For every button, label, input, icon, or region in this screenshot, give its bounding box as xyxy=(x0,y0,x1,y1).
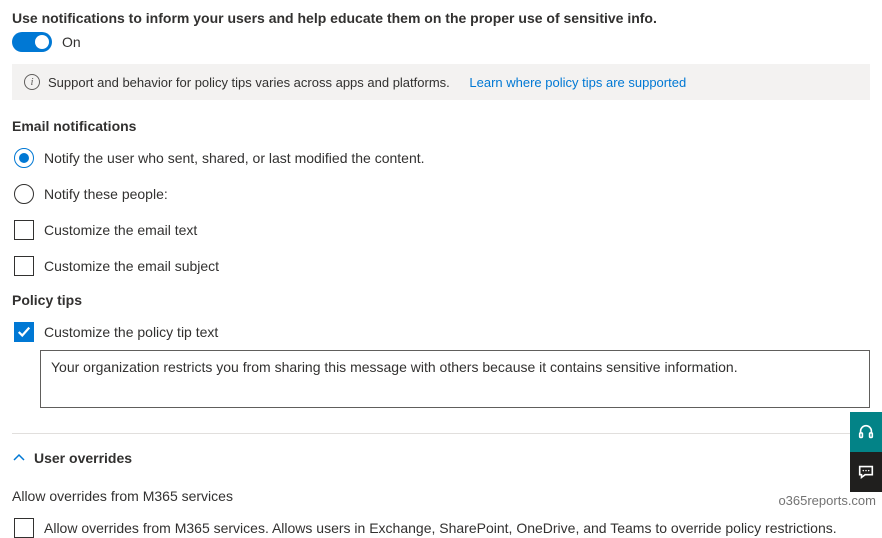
notify-sender-option[interactable]: Notify the user who sent, shared, or las… xyxy=(14,148,870,168)
info-bar-text: Support and behavior for policy tips var… xyxy=(48,75,450,90)
feedback-side-tab[interactable] xyxy=(850,452,882,492)
allow-overrides-checkbox[interactable] xyxy=(14,518,34,538)
notify-people-option[interactable]: Notify these people: xyxy=(14,184,870,204)
notify-sender-radio[interactable] xyxy=(14,148,34,168)
watermark: o365reports.com xyxy=(778,493,876,508)
policy-tip-text-input[interactable] xyxy=(40,350,870,408)
user-overrides-toggle[interactable]: User overrides xyxy=(12,450,870,466)
allow-overrides-subheading: Allow overrides from M365 services xyxy=(12,488,870,504)
notify-sender-label: Notify the user who sent, shared, or las… xyxy=(44,150,425,166)
customize-policy-tip-label: Customize the policy tip text xyxy=(44,324,218,340)
customize-policy-tip-option[interactable]: Customize the policy tip text xyxy=(14,322,870,342)
policy-tips-info-bar: i Support and behavior for policy tips v… xyxy=(12,64,870,100)
notifications-toggle-row: On xyxy=(12,32,870,52)
customize-email-subject-label: Customize the email subject xyxy=(44,258,219,274)
feedback-icon xyxy=(857,463,875,481)
notify-people-label: Notify these people: xyxy=(44,186,168,202)
notify-people-radio[interactable] xyxy=(14,184,34,204)
section-divider xyxy=(12,433,870,434)
customize-email-subject-option[interactable]: Customize the email subject xyxy=(14,256,870,276)
info-icon: i xyxy=(24,74,40,90)
policy-tips-heading: Policy tips xyxy=(12,292,870,308)
allow-overrides-label: Allow overrides from M365 services. Allo… xyxy=(44,520,837,536)
chevron-up-icon xyxy=(12,451,26,465)
customize-email-subject-checkbox[interactable] xyxy=(14,256,34,276)
notifications-toggle[interactable] xyxy=(12,32,52,52)
headset-icon xyxy=(857,423,875,441)
help-side-tab[interactable] xyxy=(850,412,882,452)
user-overrides-heading: User overrides xyxy=(34,450,132,466)
email-notifications-heading: Email notifications xyxy=(12,118,870,134)
learn-policy-tips-link[interactable]: Learn where policy tips are supported xyxy=(469,75,686,90)
notifications-description: Use notifications to inform your users a… xyxy=(12,10,870,26)
allow-overrides-option[interactable]: Allow overrides from M365 services. Allo… xyxy=(14,518,870,538)
notifications-toggle-label: On xyxy=(62,34,81,50)
customize-email-text-checkbox[interactable] xyxy=(14,220,34,240)
customize-policy-tip-checkbox[interactable] xyxy=(14,322,34,342)
customize-email-text-label: Customize the email text xyxy=(44,222,197,238)
customize-email-text-option[interactable]: Customize the email text xyxy=(14,220,870,240)
